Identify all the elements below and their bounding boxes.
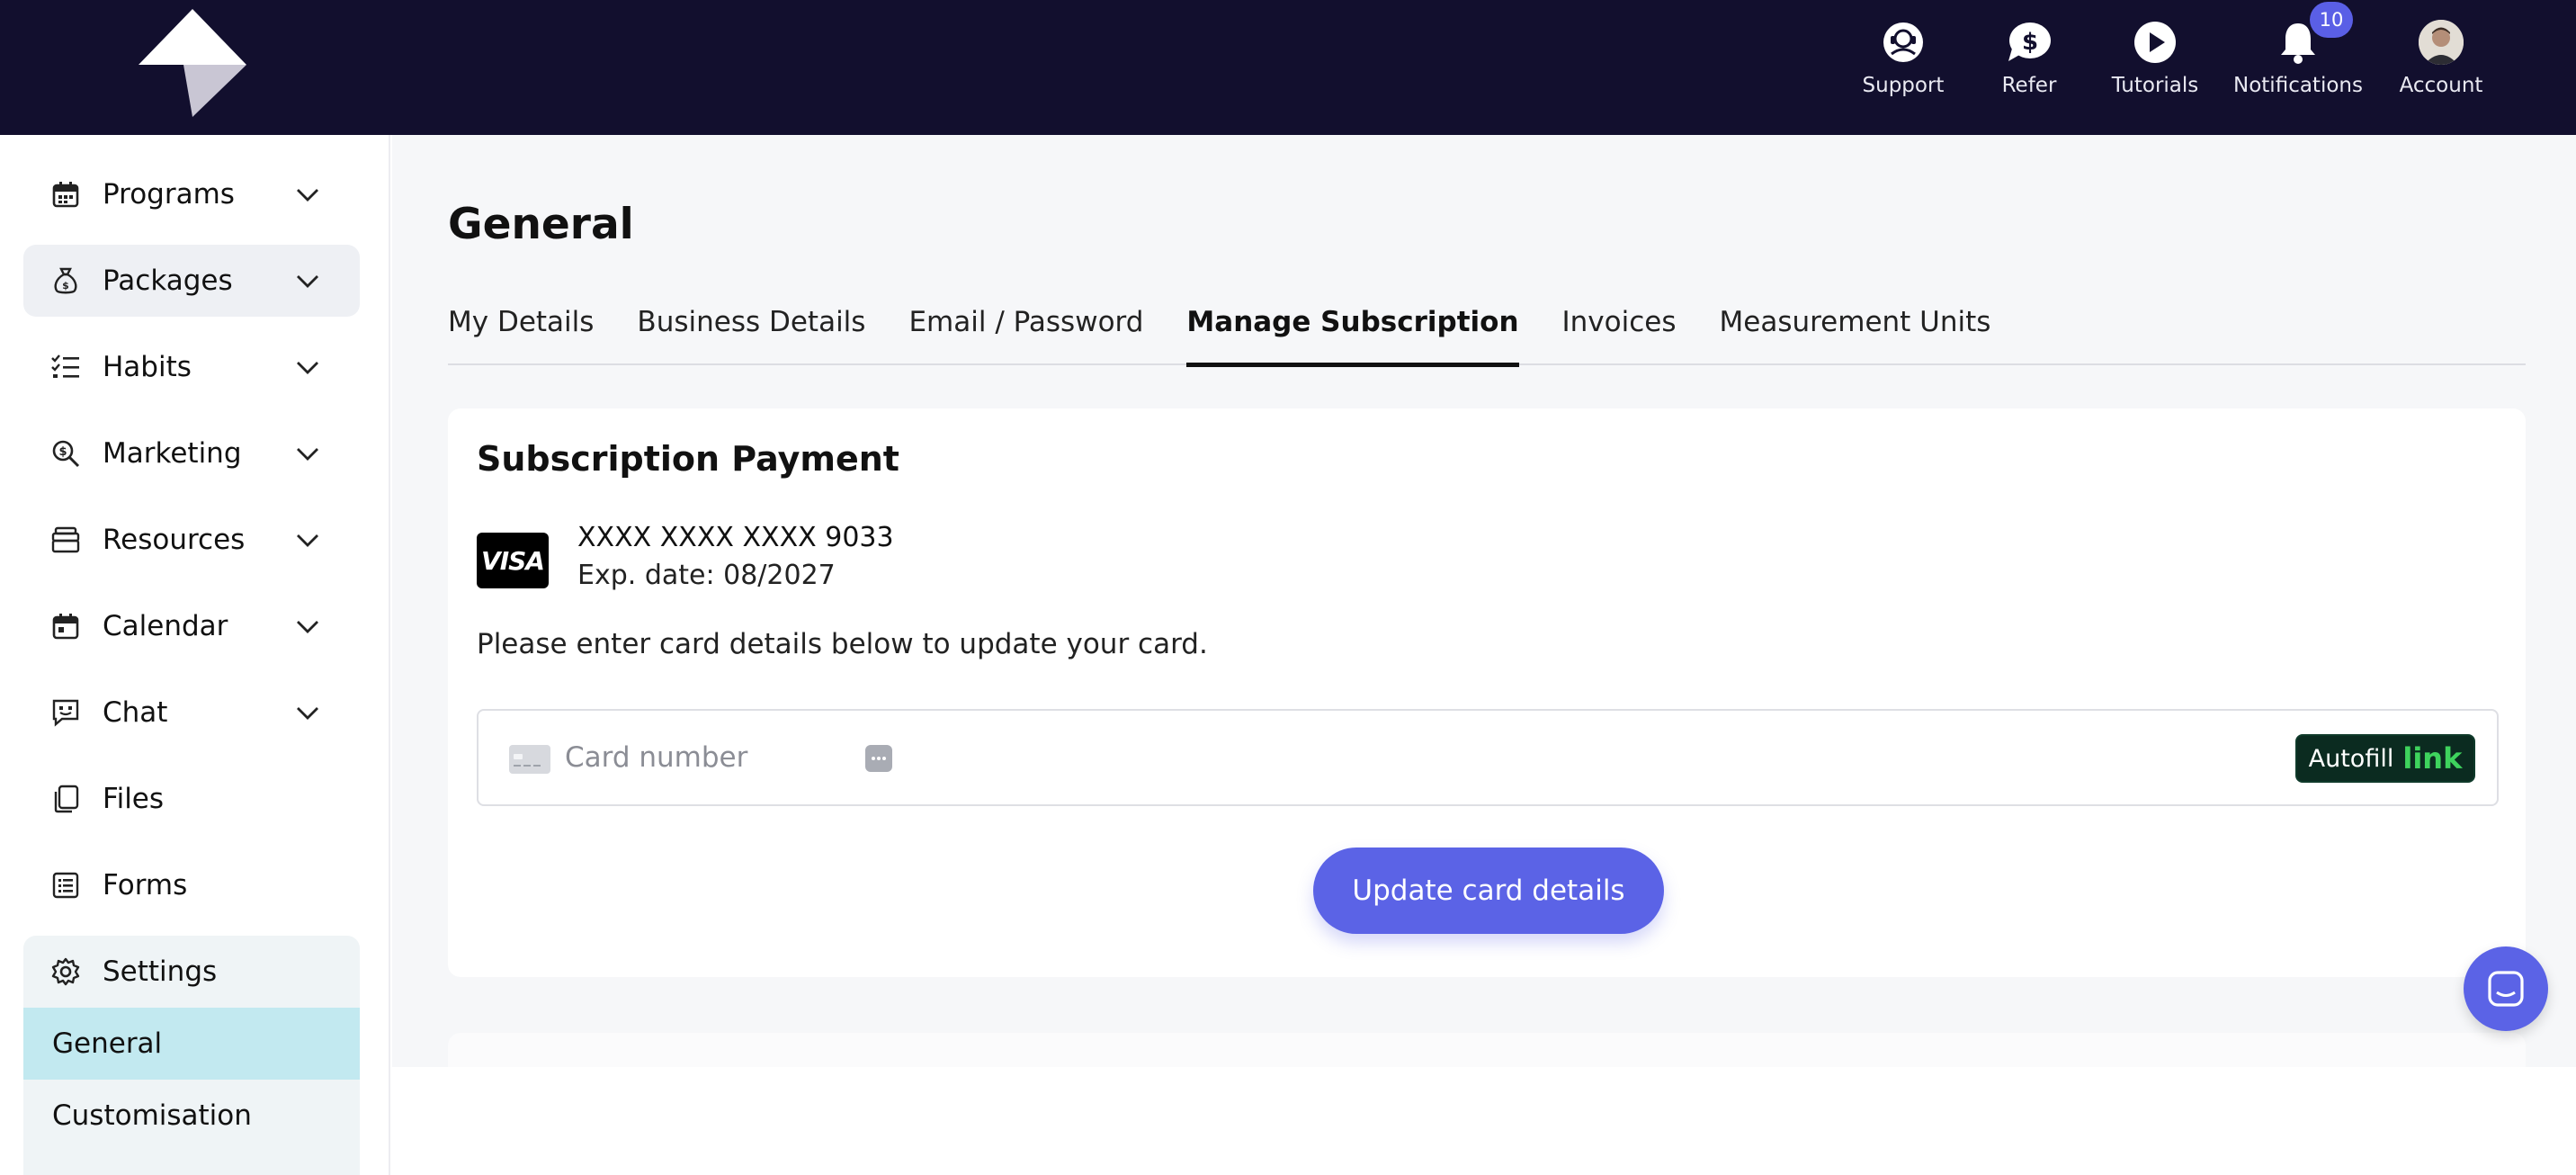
search-dollar-icon: $: [50, 438, 81, 469]
visa-logo: VISA: [477, 533, 549, 588]
chevron-down-icon[interactable]: [295, 527, 320, 552]
sidebar-item-habits[interactable]: Habits: [23, 331, 360, 403]
refer-button[interactable]: $ Refer: [1966, 0, 2092, 135]
support-button[interactable]: Support: [1840, 0, 1966, 135]
tab-email-password[interactable]: Email / Password: [908, 299, 1143, 365]
sidebar-item-label: Calendar: [103, 610, 228, 642]
sidebar-item-resources[interactable]: Resources: [23, 504, 360, 576]
chat-widget-button[interactable]: [2464, 946, 2548, 1031]
sidebar-item-label: Settings: [103, 955, 218, 988]
tutorials-button[interactable]: Tutorials: [2092, 0, 2218, 135]
dollar-chat-icon: $: [2007, 20, 2052, 65]
tab-measurement-units[interactable]: Measurement Units: [1720, 299, 1991, 365]
sidebar-item-marketing[interactable]: $ Marketing: [23, 417, 360, 489]
calendar-grid-icon: [50, 179, 81, 210]
notifications-label: Notifications: [2233, 74, 2363, 97]
notification-badge: 10: [2310, 2, 2353, 38]
calendar-icon: [50, 611, 81, 641]
sidebar-item-label: Marketing: [103, 437, 242, 470]
card-number-input[interactable]: Card number Autofill link: [477, 709, 2499, 806]
tab-manage-subscription[interactable]: Manage Subscription: [1186, 299, 1519, 367]
files-icon: [50, 784, 81, 814]
more-icon[interactable]: [865, 745, 892, 772]
form-icon: [50, 870, 81, 901]
sidebar-subitem-customisation[interactable]: Customisation: [23, 1080, 360, 1152]
chat-bubble-icon: [2488, 971, 2524, 1007]
sidebar-subitem-general[interactable]: General: [23, 1008, 360, 1080]
chevron-down-icon[interactable]: [295, 614, 320, 639]
chevron-down-icon[interactable]: [295, 182, 320, 207]
next-card: [448, 1033, 2526, 1067]
sidebar-item-label: Programs: [103, 178, 235, 211]
sidebar-item-label: Forms: [103, 869, 188, 901]
notifications-button[interactable]: 10 Notifications: [2218, 0, 2378, 135]
autofill-label: Autofill: [2308, 744, 2394, 773]
account-label: Account: [2399, 74, 2483, 97]
account-button[interactable]: Account: [2378, 0, 2504, 135]
sidebar-item-label: Chat: [103, 696, 168, 729]
moneybag-icon: $: [50, 265, 81, 296]
logo[interactable]: [137, 9, 248, 117]
sidebar-item-label: Packages: [103, 265, 233, 297]
chevron-down-icon[interactable]: [295, 700, 320, 725]
sidebar-item-programs[interactable]: Programs: [23, 158, 360, 230]
support-icon: [1881, 20, 1926, 65]
page-footer-area: [392, 1067, 2576, 1175]
card-expiry: Exp. date: 08/2027: [577, 560, 836, 591]
chevron-down-icon[interactable]: [295, 268, 320, 293]
tab-my-details[interactable]: My Details: [448, 299, 594, 365]
sidebar-item-settings[interactable]: Settings: [23, 936, 360, 1008]
sidebar-item-calendar[interactable]: Calendar: [23, 590, 360, 662]
support-label: Support: [1862, 74, 1945, 97]
tab-bar: My Details Business Details Email / Pass…: [448, 299, 2526, 367]
subscription-payment-card: Subscription Payment VISA XXXX XXXX XXXX…: [448, 408, 2526, 977]
chevron-down-icon[interactable]: [295, 354, 320, 380]
sidebar-item-files[interactable]: Files: [23, 763, 360, 835]
sidebar: Programs $ Packages Habits $ Marketing R…: [0, 135, 390, 1175]
refer-label: Refer: [2001, 74, 2057, 97]
autofill-link-button[interactable]: Autofill link: [2295, 734, 2475, 783]
link-logo: link: [2402, 741, 2463, 776]
page-title: General: [448, 200, 634, 249]
update-card-button[interactable]: Update card details: [1313, 848, 1664, 934]
sidebar-item-forms[interactable]: Forms: [23, 849, 360, 921]
tab-business-details[interactable]: Business Details: [637, 299, 865, 365]
top-nav: Support $ Refer Tutorials 10 Notificatio…: [1840, 0, 2504, 135]
chevron-down-icon[interactable]: [295, 441, 320, 466]
card-update-note: Please enter card details below to updat…: [477, 628, 1208, 660]
sidebar-item-label: Resources: [103, 524, 246, 556]
svg-text:$: $: [2022, 29, 2038, 56]
gear-icon: [50, 956, 81, 987]
tab-invoices[interactable]: Invoices: [1562, 299, 1677, 365]
sidebar-item-label: Habits: [103, 351, 192, 383]
sidebar-item-chat[interactable]: Chat: [23, 677, 360, 749]
checklist-icon: [50, 352, 81, 382]
chat-icon: [50, 697, 81, 728]
avatar: [2419, 20, 2464, 65]
tutorials-label: Tutorials: [2111, 74, 2199, 97]
archive-icon: [50, 525, 81, 555]
main-content: General My Details Business Details Emai…: [392, 135, 2576, 1067]
svg-text:$: $: [58, 445, 67, 459]
sidebar-item-packages[interactable]: $ Packages: [23, 245, 360, 317]
card-title: Subscription Payment: [477, 439, 899, 479]
card-number-placeholder: Card number: [565, 741, 748, 774]
top-bar: Support $ Refer Tutorials 10 Notificatio…: [0, 0, 2576, 135]
svg-text:$: $: [62, 280, 69, 292]
credit-card-icon: [509, 745, 550, 774]
card-number: XXXX XXXX XXXX 9033: [577, 522, 894, 553]
play-icon: [2133, 20, 2178, 65]
sidebar-item-label: Files: [103, 783, 165, 815]
